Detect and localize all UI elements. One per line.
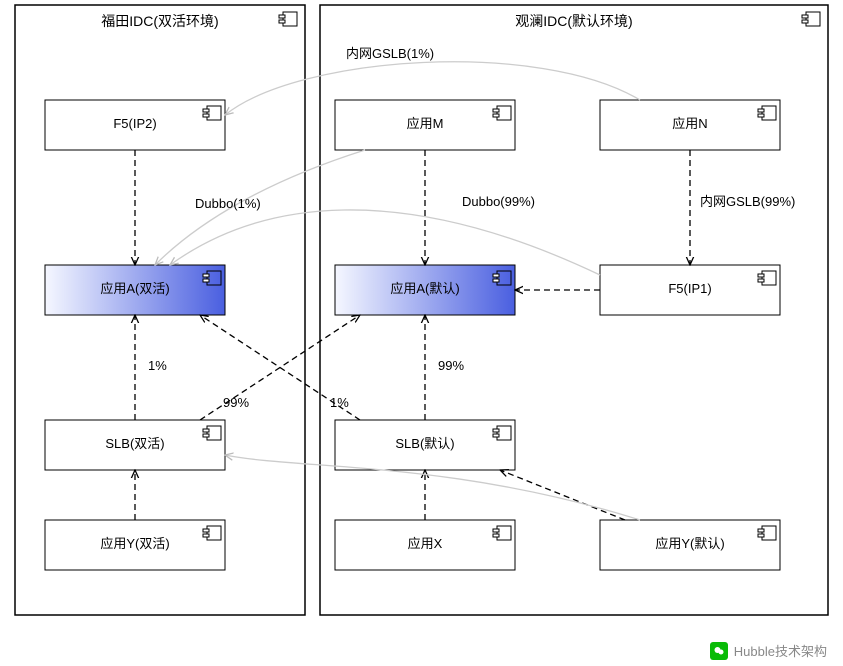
node-appA-default: 应用A(默认) <box>335 265 515 315</box>
watermark: Hubble技术架构 <box>710 641 827 660</box>
edge-label-gslb1: 内网GSLB(1%) <box>346 46 434 61</box>
edge-label-gslb99: 内网GSLB(99%) <box>700 194 795 209</box>
svg-text:应用X: 应用X <box>408 536 443 551</box>
edge-label-99pct-a: 99% <box>223 395 249 410</box>
svg-text:应用A(默认): 应用A(默认) <box>390 281 459 296</box>
edge-label-dubbo99: Dubbo(99%) <box>462 194 535 209</box>
node-appN: 应用N <box>600 100 780 150</box>
svg-text:F5(IP1): F5(IP1) <box>668 281 711 296</box>
container-right-title: 观澜IDC(默认环境) <box>515 13 632 29</box>
node-appX: 应用X <box>335 520 515 570</box>
component-icon <box>279 12 297 26</box>
node-appM: 应用M <box>335 100 515 150</box>
node-appY-default: 应用Y(默认) <box>600 520 780 570</box>
node-appA-active: 应用A(双活) <box>45 265 225 315</box>
svg-text:F5(IP2): F5(IP2) <box>113 116 156 131</box>
svg-text:应用A(双活): 应用A(双活) <box>100 281 169 296</box>
svg-text:应用Y(默认): 应用Y(默认) <box>655 536 724 551</box>
edge-label-1pct-b: 1% <box>330 395 349 410</box>
svg-text:应用Y(双活): 应用Y(双活) <box>100 536 169 551</box>
node-f5ip1: F5(IP1) <box>600 265 780 315</box>
node-slb-active: SLB(双活) <box>45 420 225 470</box>
node-f5ip2: F5(IP2) <box>45 100 225 150</box>
svg-text:SLB(默认): SLB(默认) <box>395 436 454 451</box>
component-icon <box>802 12 820 26</box>
svg-text:SLB(双活): SLB(双活) <box>105 436 164 451</box>
edge-label-99pct-b: 99% <box>438 358 464 373</box>
edge-label-1pct-a: 1% <box>148 358 167 373</box>
watermark-text: Hubble技术架构 <box>734 641 827 660</box>
container-left-title: 福田IDC(双活环境) <box>101 13 218 29</box>
node-slb-default: SLB(默认) <box>335 420 515 470</box>
svg-text:应用M: 应用M <box>407 116 444 131</box>
node-appY-active: 应用Y(双活) <box>45 520 225 570</box>
svg-text:应用N: 应用N <box>672 116 707 131</box>
wechat-icon <box>710 642 728 660</box>
edge-label-dubbo1: Dubbo(1%) <box>195 196 261 211</box>
edge-appY-def-to-slb-def <box>500 470 625 520</box>
